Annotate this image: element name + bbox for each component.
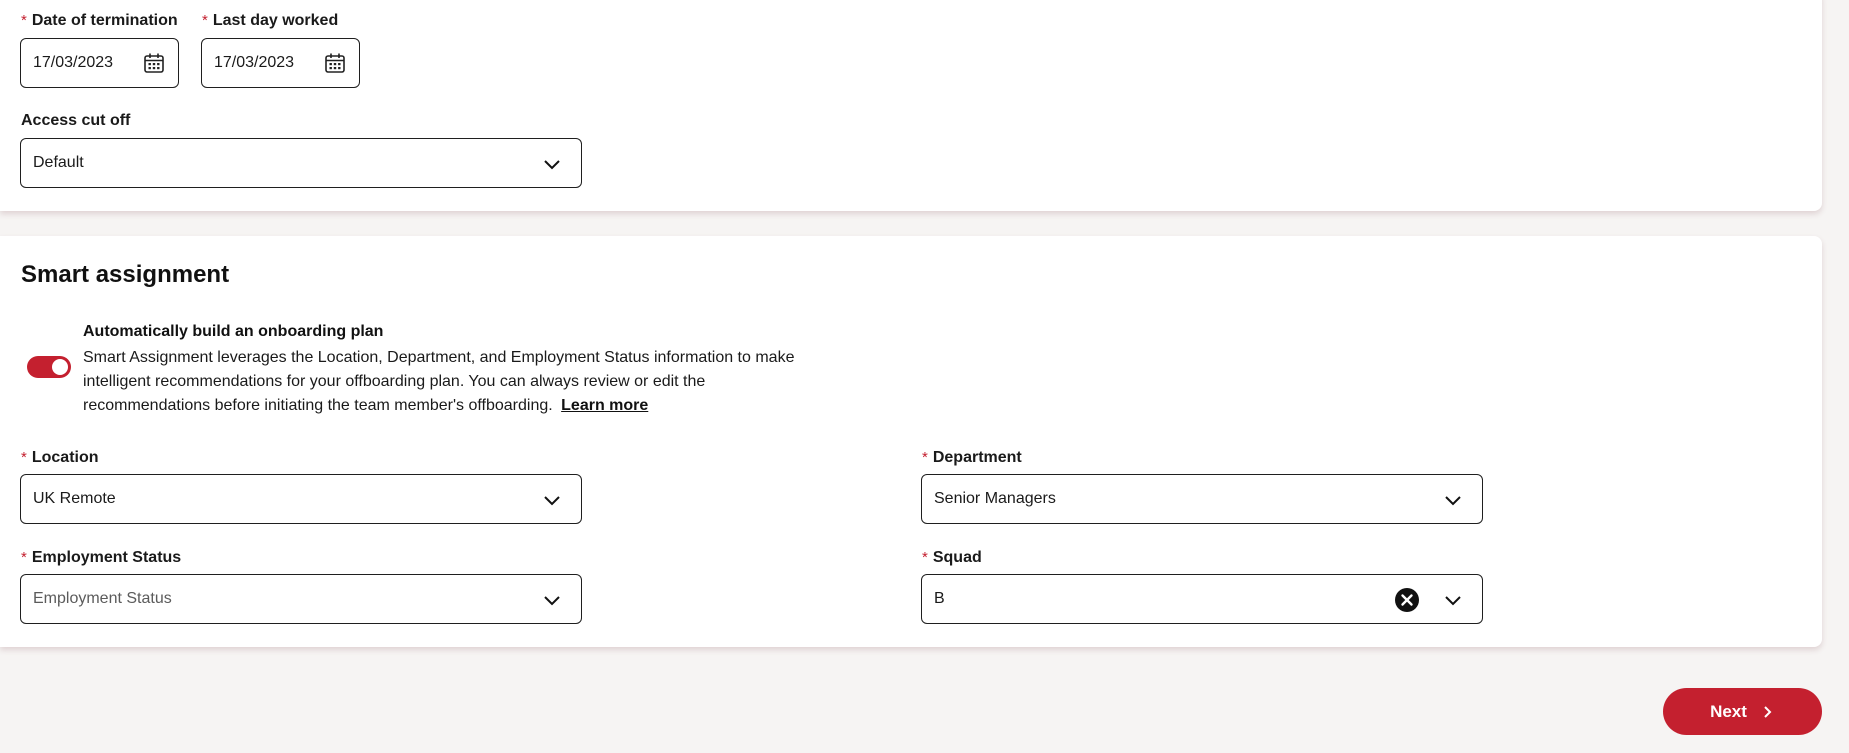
clear-icon[interactable]: [1394, 587, 1420, 613]
required-marker: *: [21, 12, 27, 29]
required-marker: *: [21, 549, 27, 566]
access-cut-off-select[interactable]: Default: [20, 138, 582, 188]
access-cut-off-value: Default: [33, 154, 84, 171]
termination-date-label: * Date of termination: [21, 12, 178, 29]
toggle-title: Automatically build an onboarding plan: [83, 323, 384, 340]
department-value: Senior Managers: [934, 490, 1056, 507]
calendar-icon[interactable]: [142, 51, 166, 75]
department-label: * Department: [922, 449, 1022, 466]
next-button[interactable]: Next: [1663, 688, 1822, 735]
chevron-down-icon[interactable]: [1442, 589, 1464, 611]
employment-status-placeholder: Employment Status: [33, 590, 172, 607]
section-title: Smart assignment: [21, 261, 230, 288]
termination-date-input[interactable]: 17/03/2023: [20, 38, 179, 88]
required-marker: *: [922, 549, 928, 566]
location-label: * Location: [21, 449, 99, 466]
chevron-down-icon: [544, 596, 560, 606]
department-select[interactable]: Senior Managers: [921, 474, 1483, 524]
required-marker: *: [922, 449, 928, 466]
access-cut-off-label: Access cut off: [21, 112, 131, 129]
chevron-down-icon: [544, 160, 560, 170]
last-day-worked-input[interactable]: 17/03/2023: [201, 38, 360, 88]
toggle-knob: [52, 359, 68, 375]
location-value: UK Remote: [33, 490, 116, 507]
termination-details-card: * Date of termination 17/03/2023 * Last da…: [0, 0, 1822, 211]
calendar-icon[interactable]: [323, 51, 347, 75]
chevron-down-icon: [1445, 496, 1461, 506]
required-marker: *: [202, 12, 208, 29]
squad-select[interactable]: B: [921, 574, 1483, 624]
toggle-description: Smart Assignment leverages the Location,…: [83, 349, 795, 414]
next-button-label: Next: [1710, 701, 1747, 721]
chevron-right-icon: [1764, 705, 1772, 718]
employment-status-select[interactable]: Employment Status: [20, 574, 582, 624]
employment-status-label: * Employment Status: [21, 549, 182, 566]
chevron-down-icon: [544, 496, 560, 506]
last-day-worked-label: * Last day worked: [202, 12, 339, 29]
smart-assignment-card: Smart assignment Automatically build an …: [0, 236, 1822, 647]
learn-more-link[interactable]: Learn more: [561, 397, 648, 414]
smart-assignment-toggle[interactable]: [27, 356, 71, 378]
squad-label: * Squad: [922, 549, 982, 566]
location-select[interactable]: UK Remote: [20, 474, 582, 524]
required-marker: *: [21, 449, 27, 466]
